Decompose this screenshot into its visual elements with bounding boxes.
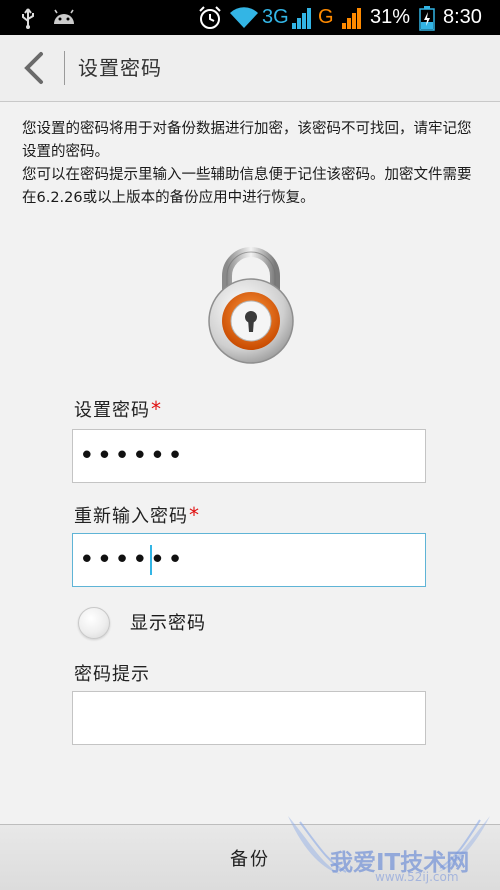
battery-icon bbox=[419, 0, 435, 35]
confirm-password-label-text: 重新输入密码 bbox=[74, 506, 188, 527]
show-password-radio[interactable] bbox=[78, 607, 110, 639]
alarm-icon bbox=[197, 0, 223, 35]
usb-icon bbox=[18, 0, 38, 35]
page-title: 设置密码 bbox=[78, 56, 162, 80]
show-password-label[interactable]: 显示密码 bbox=[130, 609, 206, 635]
password-hint-label-text: 密码提示 bbox=[74, 664, 150, 685]
description-line-2: 您可以在密码提示里输入一些辅助信息便于记住该密码。加密文件需要在6.2.26或以… bbox=[22, 167, 472, 206]
network-g-label: G bbox=[318, 6, 334, 28]
description-text: 您设置的密码将用于对备份数据进行加密，该密码不可找回，请牢记您设置的密码。 您可… bbox=[22, 118, 482, 210]
description-line-1: 您设置的密码将用于对备份数据进行加密，该密码不可找回，请牢记您设置的密码。 bbox=[22, 121, 472, 160]
watermark-url: www.52ij.com bbox=[375, 870, 459, 884]
lock-icon bbox=[206, 246, 296, 366]
action-bar: 设置密码 bbox=[0, 35, 500, 102]
back-button[interactable] bbox=[10, 43, 58, 93]
text-cursor bbox=[150, 545, 152, 575]
signal-icon bbox=[291, 0, 313, 35]
battery-percent: 31% bbox=[370, 6, 411, 28]
network-3g-label: 3G bbox=[262, 6, 289, 28]
confirm-password-field[interactable] bbox=[72, 533, 426, 587]
android-icon bbox=[52, 0, 76, 35]
divider bbox=[64, 51, 65, 85]
confirm-password-label: 重新输入密码* bbox=[74, 502, 200, 528]
password-field[interactable] bbox=[72, 429, 426, 483]
signal-icon bbox=[341, 0, 363, 35]
password-label-text: 设置密码 bbox=[74, 400, 150, 421]
password-label: 设置密码* bbox=[74, 396, 162, 422]
clock: 8:30 bbox=[443, 6, 482, 28]
required-mark: * bbox=[151, 397, 162, 421]
required-mark: * bbox=[189, 503, 200, 527]
wifi-icon bbox=[229, 0, 259, 35]
chevron-left-icon bbox=[24, 52, 43, 84]
password-hint-field[interactable] bbox=[72, 691, 426, 745]
password-hint-label: 密码提示 bbox=[74, 660, 150, 686]
status-bar: 3G G 31% 8:30 bbox=[0, 0, 500, 35]
